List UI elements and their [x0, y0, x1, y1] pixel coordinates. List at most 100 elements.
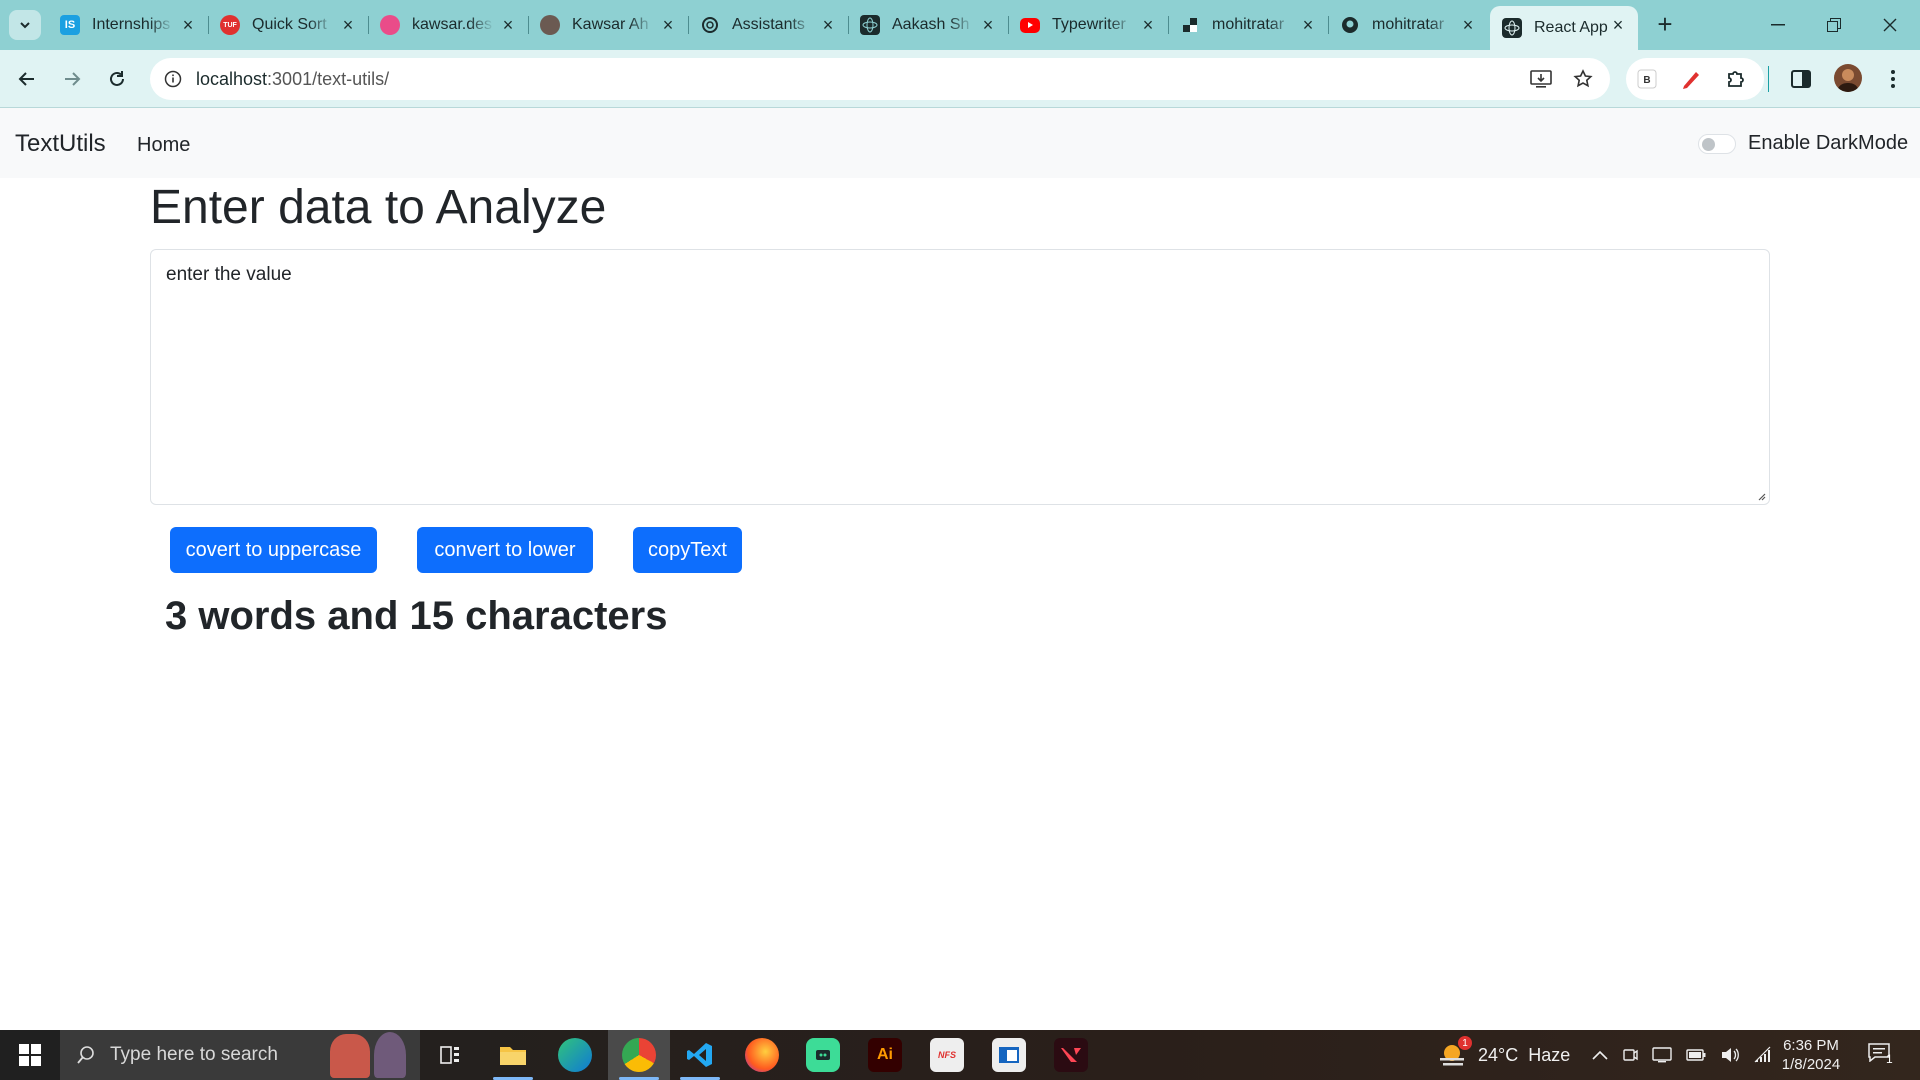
side-panel-icon[interactable] [1788, 66, 1814, 92]
illustrator-icon[interactable]: Ai [868, 1038, 902, 1072]
close-tab-icon[interactable]: × [1608, 15, 1628, 35]
browser-tab[interactable]: mohitratar × [1328, 6, 1488, 44]
app-icon[interactable] [806, 1038, 840, 1072]
edge-browser-icon[interactable] [558, 1038, 592, 1072]
system-tray [1592, 1030, 1772, 1080]
text-summary: 3 words and 15 characters [165, 594, 668, 638]
react-icon [1502, 18, 1522, 38]
browser-tab[interactable]: Assistants × [688, 6, 848, 44]
taskbar-search-box[interactable]: Type here to search [60, 1030, 420, 1080]
back-button[interactable] [10, 62, 44, 96]
openai-icon [700, 15, 720, 35]
profile-avatar[interactable] [1834, 64, 1862, 92]
battery-icon[interactable] [1686, 1049, 1706, 1061]
browser-tab[interactable]: IS Internships × [48, 6, 208, 44]
file-explorer-icon[interactable] [496, 1038, 530, 1072]
chevron-down-icon [20, 22, 30, 29]
close-tab-icon[interactable]: × [658, 15, 678, 35]
valorant-icon[interactable] [1054, 1038, 1088, 1072]
active-browser-tab[interactable]: React App × [1490, 6, 1638, 50]
wifi-icon[interactable] [1754, 1046, 1772, 1064]
reload-button[interactable] [100, 62, 134, 96]
browser-toolbar: localhost:3001/text-utils/ B [0, 50, 1920, 108]
browser-menu-icon[interactable] [1880, 66, 1906, 92]
close-tab-icon[interactable]: × [1298, 15, 1318, 35]
close-tab-icon[interactable]: × [1138, 15, 1158, 35]
github-icon [1340, 15, 1360, 35]
close-tab-icon[interactable]: × [338, 15, 358, 35]
search-highlight-figure-icon [374, 1032, 406, 1078]
arrow-left-icon [18, 72, 34, 86]
toggle-knob [1702, 138, 1715, 151]
meet-now-icon[interactable] [1622, 1046, 1638, 1064]
search-icon [77, 1046, 94, 1064]
restore-button[interactable] [1806, 0, 1862, 50]
browser-tab[interactable]: mohitratar × [1168, 6, 1328, 44]
copy-text-button[interactable]: copyText [633, 527, 742, 573]
react-icon [860, 15, 880, 35]
app-navbar: TextUtils Home Enable DarkMode [0, 108, 1920, 178]
search-highlight-icon [330, 1034, 370, 1078]
navbar-brand[interactable]: TextUtils [15, 130, 106, 158]
close-tab-icon[interactable]: × [818, 15, 838, 35]
url-text: localhost:3001/text-utils/ [196, 68, 390, 89]
window-app-icon[interactable] [992, 1038, 1026, 1072]
close-tab-icon[interactable]: × [978, 15, 998, 35]
bookmark-star-icon[interactable] [1570, 66, 1596, 92]
darkmode-label[interactable]: Enable DarkMode [1748, 132, 1908, 155]
page-title: Enter data to Analyze [150, 181, 607, 234]
close-tab-icon[interactable]: × [498, 15, 518, 35]
browser-tab[interactable]: Aakash Sh × [848, 6, 1008, 44]
nav-link-home[interactable]: Home [137, 134, 190, 157]
nfs-game-icon[interactable]: NFS [930, 1038, 964, 1072]
close-icon [1883, 18, 1897, 32]
uppercase-button[interactable]: covert to uppercase [170, 527, 377, 573]
start-button[interactable] [0, 1030, 60, 1080]
browser-tab[interactable]: Typewriter × [1008, 6, 1168, 44]
arrow-right-icon [65, 72, 81, 86]
volume-icon[interactable] [1720, 1046, 1740, 1064]
chevron-up-icon[interactable] [1592, 1050, 1608, 1060]
lowercase-button[interactable]: convert to lower [417, 527, 593, 573]
weather-widget[interactable]: 1 24°C Haze [1438, 1030, 1570, 1080]
close-tab-icon[interactable]: × [178, 15, 198, 35]
minimize-button[interactable] [1750, 0, 1806, 50]
install-app-icon[interactable] [1528, 66, 1554, 92]
close-tab-icon[interactable]: × [1458, 15, 1478, 35]
browser-tab[interactable]: TUF Quick Sort × [208, 6, 368, 44]
new-tab-button[interactable]: + [1652, 11, 1678, 38]
notification-center-icon[interactable]: 1 [1868, 1042, 1898, 1070]
chrome-browser-icon[interactable] [622, 1038, 656, 1072]
dribbble-icon [380, 15, 400, 35]
clock[interactable]: 6:36 PM 1/8/2024 [1772, 1036, 1850, 1074]
text-input-area[interactable]: enter the value [150, 249, 1770, 505]
site-info-icon[interactable] [160, 66, 186, 92]
windows-taskbar: Type here to search Ai NFS 1 24°C Haze 6… [0, 1030, 1920, 1080]
resize-handle-icon[interactable] [1756, 491, 1766, 501]
network-display-icon[interactable] [1652, 1046, 1672, 1064]
browser-tab[interactable]: Kawsar Ah × [528, 6, 688, 44]
reload-icon [110, 71, 124, 86]
svg-text:B: B [1643, 75, 1650, 86]
firefox-icon[interactable] [745, 1038, 779, 1072]
windows-logo-icon [19, 1044, 41, 1066]
weather-badge: 1 [1458, 1036, 1472, 1050]
forward-button[interactable] [55, 62, 89, 96]
extensions-puzzle-icon[interactable] [1722, 66, 1748, 92]
close-window-button[interactable] [1862, 0, 1918, 50]
tab-search-button[interactable] [9, 10, 41, 40]
restore-icon [1827, 18, 1841, 32]
darkmode-toggle[interactable] [1698, 134, 1736, 154]
browser-tab-strip: IS Internships × TUF Quick Sort × kawsar… [0, 0, 1920, 50]
profile-photo-icon [540, 15, 560, 35]
address-bar[interactable]: localhost:3001/text-utils/ [150, 58, 1610, 100]
vscode-icon[interactable] [683, 1038, 717, 1072]
extension-b-icon[interactable]: B [1634, 66, 1660, 92]
pen-extension-icon[interactable] [1678, 66, 1704, 92]
takeuforward-icon: TUF [220, 15, 240, 35]
internshala-icon: IS [60, 15, 80, 35]
codesandbox-icon [1180, 15, 1200, 35]
browser-tab[interactable]: kawsar.des × [368, 6, 528, 44]
extensions-group: B [1626, 58, 1764, 100]
task-view-icon[interactable] [433, 1038, 467, 1072]
